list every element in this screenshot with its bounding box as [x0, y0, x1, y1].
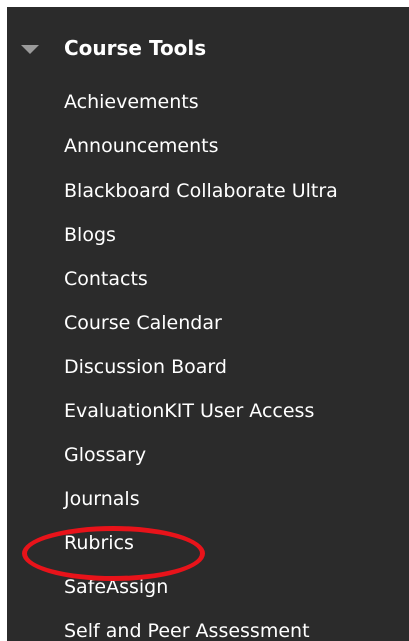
- menu-item-rubrics[interactable]: Rubrics: [64, 530, 134, 556]
- menu-item-achievements[interactable]: Achievements: [64, 89, 199, 115]
- course-menu-panel: Course Tools Achievements Announcements …: [0, 0, 409, 641]
- chevron-down-icon[interactable]: [21, 45, 39, 54]
- menu-item-self-and-peer-assessment[interactable]: Self and Peer Assessment: [64, 618, 310, 641]
- course-tools-header[interactable]: Course Tools: [7, 7, 409, 87]
- menu-item-contacts[interactable]: Contacts: [64, 266, 148, 292]
- course-tools-title: Course Tools: [64, 36, 207, 60]
- course-menu-sidebar: Course Tools Achievements Announcements …: [7, 7, 409, 641]
- menu-item-glossary[interactable]: Glossary: [64, 442, 146, 468]
- menu-item-safeassign[interactable]: SafeAssign: [64, 574, 168, 600]
- menu-item-journals[interactable]: Journals: [64, 486, 140, 512]
- menu-item-blackboard-collaborate-ultra[interactable]: Blackboard Collaborate Ultra: [64, 178, 338, 204]
- menu-item-blogs[interactable]: Blogs: [64, 222, 116, 248]
- menu-item-course-calendar[interactable]: Course Calendar: [64, 310, 222, 336]
- menu-item-evaluationkit-user-access[interactable]: EvaluationKIT User Access: [64, 398, 314, 424]
- menu-item-announcements[interactable]: Announcements: [64, 133, 219, 159]
- menu-item-discussion-board[interactable]: Discussion Board: [64, 354, 227, 380]
